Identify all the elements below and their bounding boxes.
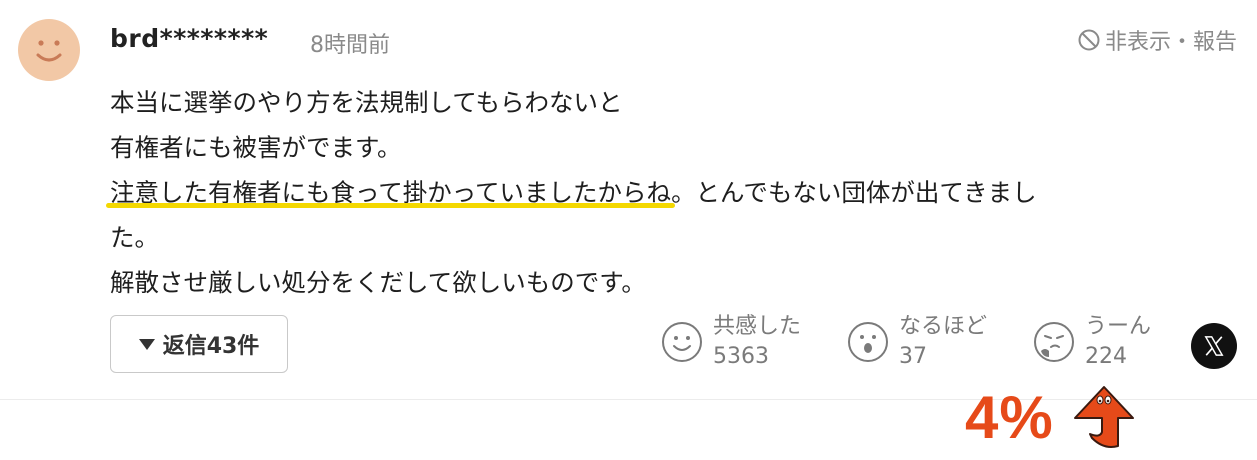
- comment-line: 注意した有権者にも食って掛かっていましたからね。とんでもない団体が出てきまし: [110, 170, 1220, 215]
- reaction-label: なるほど: [899, 314, 988, 339]
- highlighted-text: 注意した有権者にも食って掛かっていましたからね: [110, 178, 672, 207]
- up-arrow-icon: [1074, 386, 1134, 448]
- comment-body: 本当に選挙のやり方を法規制してもらわないと 有権者にも被害がでます。 注意した有…: [110, 80, 1220, 305]
- thinking-face-icon: [1033, 321, 1075, 363]
- reaction-count: 37: [899, 344, 927, 369]
- prohibit-icon: [1078, 29, 1100, 51]
- comment-line: 有権者にも被害がでます。: [110, 133, 402, 162]
- username[interactable]: brd********: [110, 24, 268, 53]
- smile-avatar-icon: [36, 40, 62, 62]
- share-x-button[interactable]: [1191, 323, 1237, 369]
- reaction-label: 共感した: [713, 314, 802, 339]
- reaction-empathize-button[interactable]: 共感した 5363: [661, 312, 801, 372]
- reply-toggle-button[interactable]: 返信43件: [110, 315, 288, 373]
- reaction-label: うーん: [1085, 314, 1152, 339]
- comment-line: 本当に選挙のやり方を法規制してもらわないと: [110, 88, 623, 117]
- x-logo-icon: [1204, 336, 1224, 356]
- surprised-face-icon: [847, 321, 889, 363]
- reaction-count: 5363: [713, 344, 769, 369]
- post-time: 8時間前: [310, 33, 390, 58]
- comment-text: 。とんでもない団体が出てきまし: [671, 178, 1037, 207]
- reaction-hmm-button[interactable]: うーん 224: [1033, 312, 1151, 372]
- reaction-count: 224: [1085, 344, 1127, 369]
- percent-annotation: 4%: [965, 384, 1054, 451]
- reaction-insightful-button[interactable]: なるほど 37: [847, 312, 987, 372]
- comment-line: 解散させ厳しい処分をくだして欲しいものです。: [110, 268, 646, 297]
- comment-line: た。: [110, 223, 159, 252]
- hide-report-label: 非表示・報告: [1104, 30, 1237, 55]
- divider: [0, 399, 1257, 400]
- hide-report-link[interactable]: 非表示・報告: [1077, 24, 1237, 56]
- avatar: [18, 19, 80, 81]
- reply-count-label: 返信43件: [162, 334, 260, 359]
- smile-face-icon: [661, 321, 703, 363]
- triangle-down-icon: [138, 338, 155, 350]
